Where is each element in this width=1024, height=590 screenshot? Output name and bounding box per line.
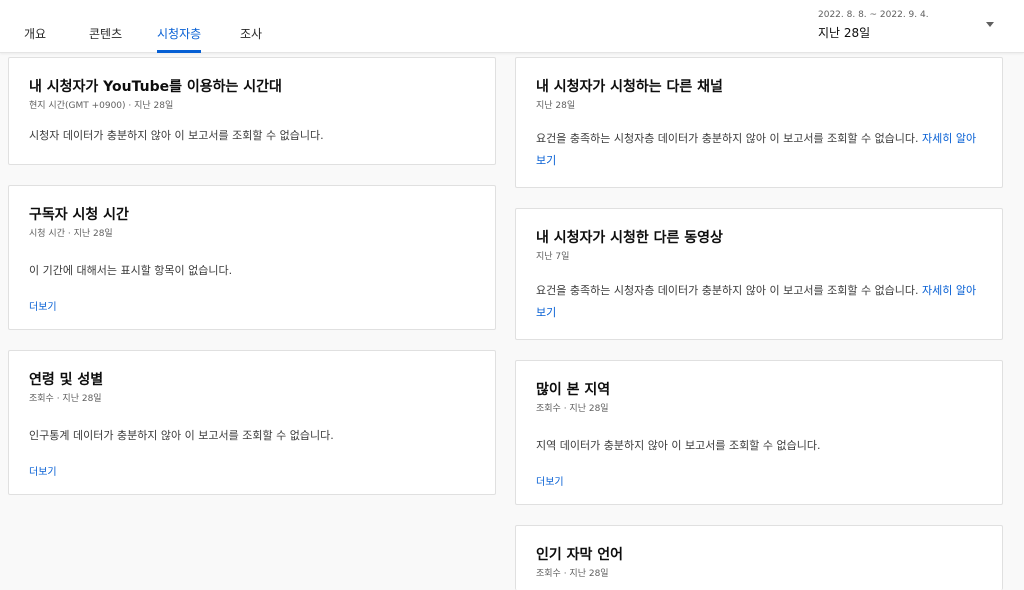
card-subtitle: 지난 28일 — [536, 101, 576, 111]
date-picker-dropdown[interactable] — [980, 14, 1000, 34]
caret-down-icon — [986, 22, 994, 27]
card-title: 내 시청자가 시청한 다른 동영상 — [536, 230, 723, 246]
card-other-channels: 내 시청자가 시청하는 다른 채널 지난 28일 요건을 충족하는 시청자층 데… — [515, 57, 1003, 188]
card-title: 내 시청자가 YouTube를 이용하는 시간대 — [29, 79, 282, 95]
card-title: 연령 및 성별 — [29, 372, 104, 388]
see-more-link[interactable]: 더보기 — [29, 463, 57, 478]
card-subscriber-watch-time: 구독자 시청 시간 시청 시간 · 지난 28일 이 기간에 대해서는 표시할 … — [8, 185, 496, 330]
tab-research[interactable]: 조사 — [240, 25, 262, 53]
tab-content[interactable]: 콘텐츠 — [89, 25, 122, 53]
date-range-text: 2022. 8. 8. ~ 2022. 9. 4. — [818, 10, 929, 20]
card-message-text: 요건을 충족하는 시청자층 데이터가 충분하지 않아 이 보고서를 조회할 수 … — [536, 132, 919, 145]
card-subtitle: 조회수 · 지난 28일 — [536, 569, 609, 579]
see-more-link[interactable]: 더보기 — [29, 298, 57, 313]
card-subtitle: 조회수 · 지난 28일 — [29, 394, 102, 404]
card-title: 구독자 시청 시간 — [29, 207, 129, 223]
card-subtitle-languages: 인기 자막 언어 조회수 · 지난 28일 — [515, 525, 1003, 590]
card-viewer-active-time: 내 시청자가 YouTube를 이용하는 시간대 현지 시간(GMT +0900… — [8, 57, 496, 165]
tab-overview[interactable]: 개요 — [24, 25, 46, 53]
card-subtitle: 지난 7일 — [536, 252, 570, 262]
card-subtitle: 조회수 · 지난 28일 — [536, 404, 609, 414]
card-title: 인기 자막 언어 — [536, 547, 624, 563]
card-subtitle: 현지 시간(GMT +0900) · 지난 28일 — [29, 101, 174, 111]
top-bar: 개요 콘텐츠 시청자층 조사 2022. 8. 8. ~ 2022. 9. 4.… — [0, 0, 1024, 53]
date-range-label[interactable]: 지난 28일 — [818, 24, 870, 41]
see-more-link[interactable]: 더보기 — [536, 473, 564, 488]
card-title: 많이 본 지역 — [536, 382, 611, 398]
card-message: 인구통계 데이터가 충분하지 않아 이 보고서를 조회할 수 없습니다. — [29, 429, 334, 442]
card-subtitle: 시청 시간 · 지난 28일 — [29, 229, 113, 239]
card-top-geographies: 많이 본 지역 조회수 · 지난 28일 지역 데이터가 충분하지 않아 이 보… — [515, 360, 1003, 505]
card-age-gender: 연령 및 성별 조회수 · 지난 28일 인구통계 데이터가 충분하지 않아 이… — [8, 350, 496, 495]
card-title: 내 시청자가 시청하는 다른 채널 — [536, 79, 723, 95]
card-message: 요건을 충족하는 시청자층 데이터가 충분하지 않아 이 보고서를 조회할 수 … — [536, 128, 984, 172]
card-other-videos: 내 시청자가 시청한 다른 동영상 지난 7일 요건을 충족하는 시청자층 데이… — [515, 208, 1003, 340]
card-message: 요건을 충족하는 시청자층 데이터가 충분하지 않아 이 보고서를 조회할 수 … — [536, 280, 984, 324]
card-message: 지역 데이터가 충분하지 않아 이 보고서를 조회할 수 없습니다. — [536, 439, 821, 452]
tab-audience[interactable]: 시청자층 — [157, 25, 202, 53]
card-message-text: 요건을 충족하는 시청자층 데이터가 충분하지 않아 이 보고서를 조회할 수 … — [536, 284, 919, 297]
card-message: 시청자 데이터가 충분하지 않아 이 보고서를 조회할 수 없습니다. — [29, 129, 324, 142]
card-message: 이 기간에 대해서는 표시할 항목이 없습니다. — [29, 264, 233, 277]
